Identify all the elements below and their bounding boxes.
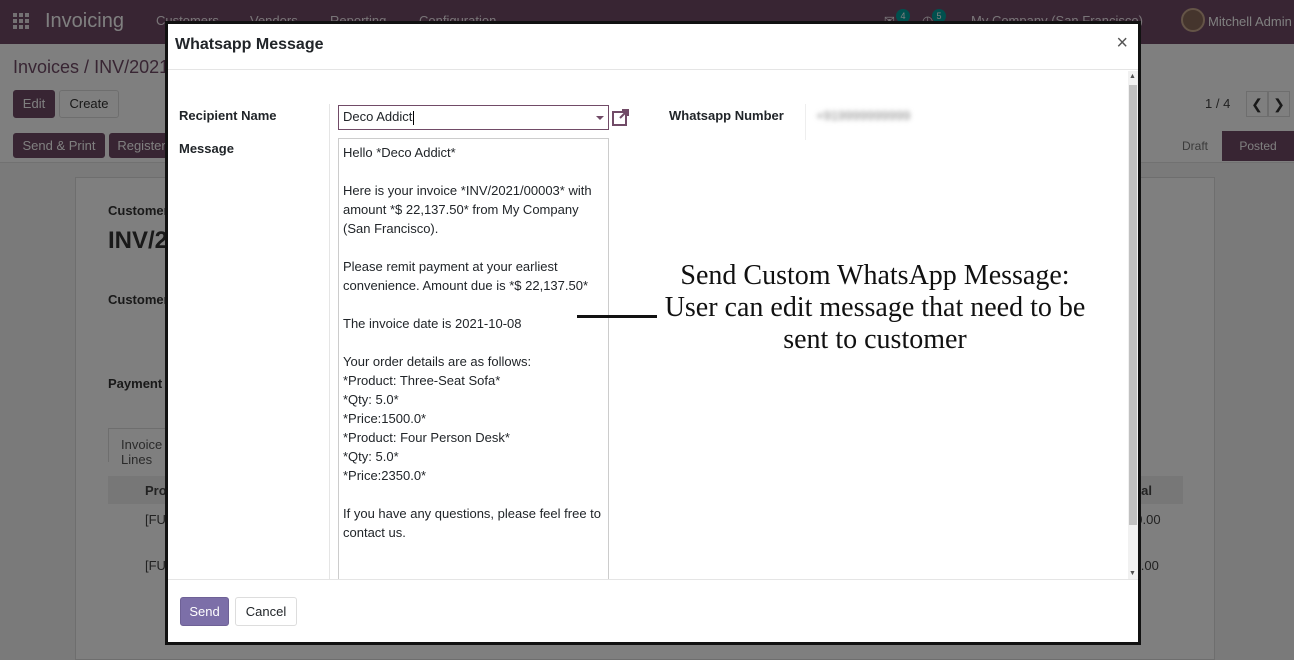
modal-footer: Send Cancel [168,579,1138,645]
recipient-name-label: Recipient Name [179,108,277,123]
modal-header: Whatsapp Message × [168,24,1138,70]
annotation-caption: Send Custom WhatsApp Message: User can e… [664,260,1086,355]
scroll-down-icon[interactable]: ▼ [1129,570,1136,577]
modal-body: Recipient Name Message Deco Addict Whats… [168,71,1128,579]
message-textarea[interactable]: Hello *Deco Addict* Here is your invoice… [338,138,609,579]
dropdown-arrow-icon[interactable] [596,116,604,120]
field-separator [329,104,330,579]
modal-scrollbar[interactable]: ▲ ▼ [1128,71,1138,579]
text-cursor [413,110,415,125]
number-separator [805,104,806,140]
whatsapp-message-dialog: Whatsapp Message × Recipient Name Messag… [165,21,1141,645]
scrollbar-thumb[interactable] [1129,85,1137,525]
scroll-up-icon[interactable]: ▲ [1129,73,1136,80]
message-label: Message [179,141,234,156]
modal-title: Whatsapp Message [175,36,324,53]
recipient-name-value: Deco Addict [343,109,413,124]
close-icon[interactable]: × [1116,33,1128,53]
whatsapp-number-value[interactable]: +919999999999 [816,108,910,123]
cancel-button[interactable]: Cancel [235,597,297,626]
external-link-icon[interactable] [611,107,631,127]
recipient-name-field[interactable]: Deco Addict [338,105,609,130]
send-button[interactable]: Send [180,597,229,626]
annotation-pointer-line [577,315,657,318]
whatsapp-number-label: Whatsapp Number [669,108,784,123]
